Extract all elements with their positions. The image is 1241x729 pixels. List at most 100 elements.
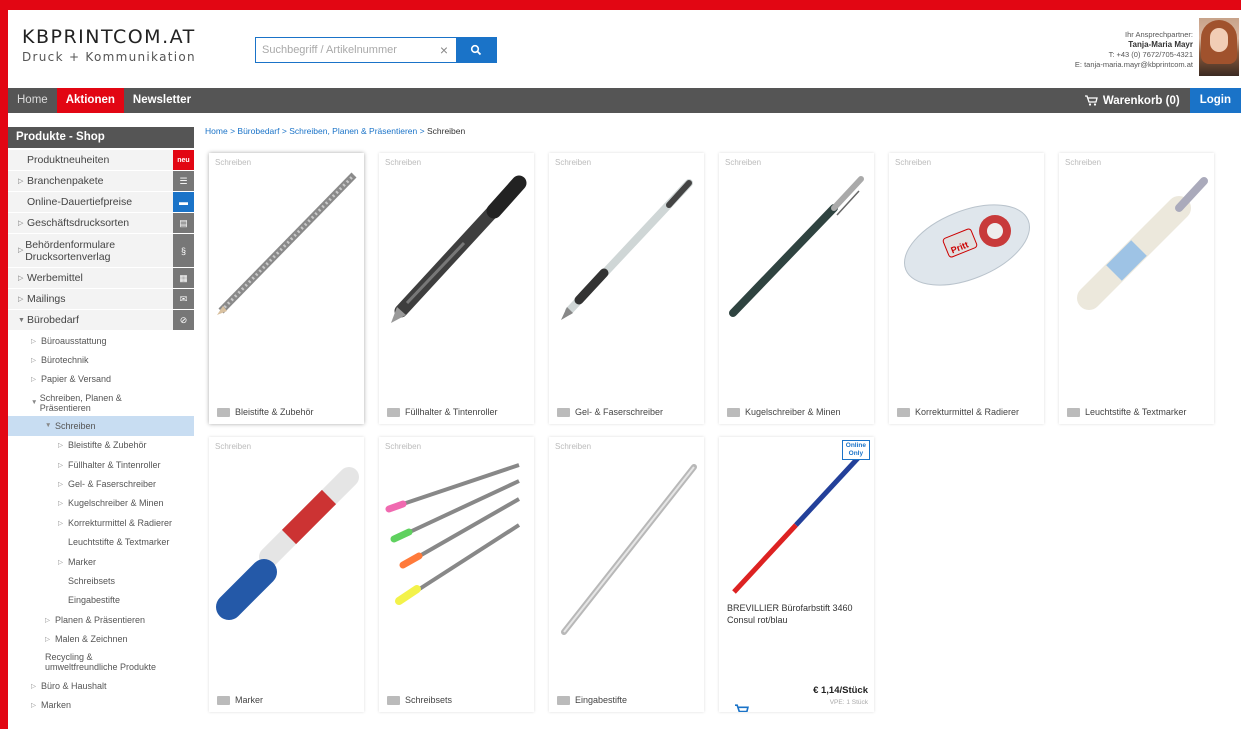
sidebar-sub-gel[interactable]: ▷ Gel- & Faserschreiber	[8, 474, 194, 493]
gel-pen-image	[561, 179, 693, 320]
sidebar-sub-bleistifte[interactable]: ▷ Bleistifte & Zubehör	[8, 436, 194, 455]
category-card-kugelschreiber[interactable]: Schreiben Kugelschreiber & Minen	[719, 153, 874, 424]
sidebar-sub-schreiben-planen[interactable]: ▼ Schreiben, Planen & Präsentieren	[8, 389, 158, 416]
category-card-fuellhalter[interactable]: Schreiben Füllhalter & Tintenroller	[379, 153, 534, 424]
category-card-bleistifte[interactable]: Schreiben Bleistifte & Zubehör	[209, 153, 364, 424]
search-input[interactable]	[256, 38, 432, 62]
paragraph-icon: §	[173, 234, 194, 267]
online-only-badge: Online Only	[841, 440, 870, 460]
sidebar-sub-label: Marker	[68, 556, 97, 567]
sidebar-sub-schreiben[interactable]: ▼ Schreiben	[8, 416, 194, 436]
sidebar-item-geschaeftsdrucksorten[interactable]: ▷ Geschäftsdrucksorten ▤	[8, 213, 194, 234]
page-frame: KBPRINTCOM.AT Druck + Kommunikation × Ih…	[8, 10, 1241, 729]
sidebar-sub-leuchtstifte[interactable]: Leuchtstifte & Textmarker	[8, 533, 194, 552]
nav-home[interactable]: Home	[8, 88, 57, 113]
folder-icon	[217, 696, 230, 705]
sidebar-sub-label: Schreiben, Planen & Präsentieren	[39, 392, 122, 413]
sidebar-sub-label: Bürotechnik	[41, 355, 89, 366]
category-card-korrektur[interactable]: Pritt Schreiben Korrekturmittel & Radier…	[889, 153, 1044, 424]
breadcrumb-home[interactable]: Home	[205, 126, 228, 136]
sidebar-item-branchenpakete[interactable]: ▷ Branchenpakete ☰	[8, 171, 194, 192]
color-pencil-image	[732, 455, 861, 594]
sidebar-item-mailings[interactable]: ▷ Mailings ✉	[8, 289, 194, 310]
sidebar-sub-label: Büroausstattung	[41, 335, 107, 346]
search-button[interactable]	[456, 38, 496, 62]
breadcrumb-current: Schreiben	[426, 126, 466, 136]
category-card-leuchtstifte[interactable]: Schreiben Leuchtstifte & Textmarker	[1059, 153, 1214, 424]
card-label: Leuchtstifte & Textmarker	[1067, 407, 1208, 418]
badge-line2: Only	[848, 450, 864, 457]
sidebar-sub-recycling[interactable]: Recycling & umweltfreundliche Produkte	[8, 649, 158, 676]
sidebar-sub-korrektur[interactable]: ▷ Korrekturmittel & Radierer	[8, 513, 194, 532]
sidebar-sub-marken[interactable]: ▷ Marken	[8, 695, 194, 714]
sidebar-item-label: Behördenformulare Drucksortenverlag	[25, 238, 116, 263]
product-price: € 1,14/Stück	[813, 685, 868, 696]
pen-set-image	[385, 463, 521, 605]
card-title: Korrekturmittel & Radierer	[915, 407, 1020, 417]
breadcrumb-level2[interactable]: Schreiben, Planen & Präsentieren	[289, 126, 417, 136]
contact-email[interactable]: E: tanja-maria.mayr@kbprintcom.at	[1075, 60, 1193, 70]
sidebar-sub-label: Papier & Versand	[41, 374, 112, 385]
search-icon	[470, 44, 482, 56]
card-tag: Schreiben	[895, 158, 932, 167]
card-tag: Schreiben	[215, 442, 252, 451]
logo[interactable]: KBPRINTCOM.AT Druck + Kommunikation	[22, 26, 196, 64]
clear-icon[interactable]: ×	[432, 38, 456, 62]
sidebar-item-behoerdenformulare[interactable]: ▷ Behördenformulare Drucksortenverlag §	[8, 234, 194, 268]
category-card-eingabestifte[interactable]: Schreiben Eingabestifte	[549, 437, 704, 712]
category-card-schreibsets[interactable]: Schreiben Schreibsets	[379, 437, 534, 712]
category-card-gel[interactable]: Schreiben Gel- & Faserschreiber	[549, 153, 704, 424]
mail-icon: ✉	[173, 289, 194, 309]
sidebar-sub-label: Planen & Präsentieren	[55, 614, 146, 625]
sidebar-sub-bueroausstattung[interactable]: ▷ Büroausstattung	[8, 331, 194, 350]
card-label: Bleistifte & Zubehör	[217, 407, 358, 418]
card-tag: Schreiben	[725, 158, 762, 167]
sidebar-sub-label: Marken	[41, 699, 72, 710]
breadcrumb-sep: >	[281, 126, 287, 136]
breadcrumb-sep: >	[230, 126, 236, 136]
card-title: Leuchtstifte & Textmarker	[1085, 407, 1187, 417]
sidebar-sub-malen[interactable]: ▷ Malen & Zeichnen	[8, 629, 194, 648]
breadcrumb-level1[interactable]: Bürobedarf	[237, 126, 279, 136]
new-badge: neu	[173, 150, 194, 170]
sidebar-sub-papier[interactable]: ▷ Papier & Versand	[8, 370, 194, 389]
cart-link[interactable]: Warenkorb (0)	[1075, 95, 1190, 107]
sidebar-sub-schreibsets[interactable]: Schreibsets	[8, 571, 194, 590]
contact-name: Tanja-Maria Mayr	[1128, 40, 1193, 49]
sidebar-sub-buerotechnik[interactable]: ▷ Bürotechnik	[8, 350, 194, 369]
sidebar-sub-marker[interactable]: ▷ Marker	[8, 552, 194, 571]
sidebar-item-label: Mailings	[27, 293, 66, 305]
list-icon: ☰	[173, 171, 194, 191]
card-tag: Schreiben	[1065, 158, 1102, 167]
product-card-brevillier[interactable]: Online Only BREVILLIER Bürofarbstift 346…	[719, 437, 874, 712]
sidebar-item-label: Branchenpakete	[27, 175, 104, 187]
sidebar-sub-label: Korrekturmittel & Radierer	[68, 517, 173, 528]
sidebar-sub-eingabestifte[interactable]: Eingabestifte	[8, 591, 194, 610]
nav-aktionen[interactable]: Aktionen	[56, 88, 124, 113]
sidebar-title: Produkte - Shop	[8, 127, 194, 148]
sidebar-sub-kugelschreiber[interactable]: ▷ Kugelschreiber & Minen	[8, 494, 194, 513]
login-button[interactable]: Login	[1189, 88, 1241, 113]
sidebar-item-buerobedarf[interactable]: ▼ Bürobedarf ⊘	[8, 310, 194, 331]
sidebar-item-dauertiefpreise[interactable]: Online-Dauertiefpreise ▬	[8, 192, 194, 213]
nav-newsletter[interactable]: Newsletter	[124, 88, 200, 113]
product-name[interactable]: BREVILLIER Bürofarbstift 3460 Consul rot…	[727, 602, 868, 626]
calendar-icon: ▦	[173, 268, 194, 288]
badge-line1: Online	[845, 442, 866, 449]
sidebar-item-label: Online-Dauertiefpreise	[27, 196, 133, 208]
card-title: Eingabestifte	[575, 695, 628, 705]
sidebar-item-label: Produktneuheiten	[27, 154, 110, 166]
sidebar-item-produktneuheiten[interactable]: Produktneuheiten neu	[8, 150, 194, 171]
card-tag: Schreiben	[555, 442, 592, 451]
paperclip-icon: ⊘	[173, 310, 194, 330]
sidebar-sub-planen[interactable]: ▷ Planen & Präsentieren	[8, 610, 194, 629]
chat-icon: ▬	[173, 192, 194, 212]
sidebar-sub-fuellhalter[interactable]: ▷ Füllhalter & Tintenroller	[8, 455, 194, 474]
main-nav: Home Aktionen Newsletter Warenkorb (0) L…	[8, 88, 1241, 113]
card-label: Eingabestifte	[557, 695, 698, 706]
product-vpe: VPE: 1 Stück	[829, 699, 868, 706]
sidebar-item-werbemittel[interactable]: ▷ Werbemittel ▦	[8, 268, 194, 289]
category-card-marker[interactable]: Schreiben Marker	[209, 437, 364, 712]
folder-icon	[897, 408, 910, 417]
sidebar-sub-buero-haushalt[interactable]: ▷ Büro & Haushalt	[8, 676, 194, 695]
